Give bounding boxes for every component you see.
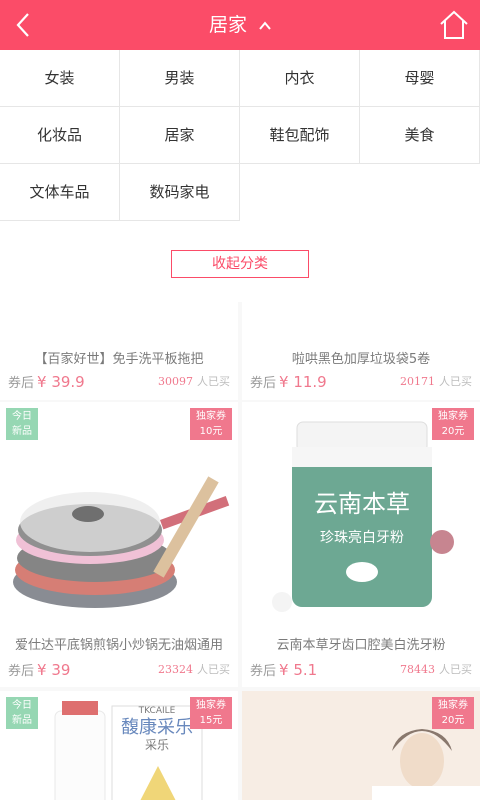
overlay-mask[interactable] xyxy=(0,302,480,800)
category-item-underwear[interactable]: 内衣 xyxy=(240,50,360,107)
category-title-toggle[interactable]: 居家 xyxy=(0,0,480,50)
category-item-womens[interactable]: 女装 xyxy=(0,50,120,107)
category-item-digital-appliances[interactable]: 数码家电 xyxy=(120,164,240,221)
page-title: 居家 xyxy=(208,14,247,36)
home-icon[interactable] xyxy=(438,9,470,41)
category-item-mens[interactable]: 男装 xyxy=(120,50,240,107)
category-item-cosmetics[interactable]: 化妆品 xyxy=(0,107,120,164)
category-item-home[interactable]: 居家 xyxy=(120,107,240,164)
category-panel: 女装 男装 内衣 母婴 化妆品 居家 鞋包配饰 美食 文体车品 数码家电 收起分… xyxy=(0,50,480,302)
collapse-categories-button[interactable]: 收起分类 xyxy=(171,250,309,278)
category-item-baby[interactable]: 母婴 xyxy=(360,50,480,107)
chevron-up-icon xyxy=(259,20,271,30)
category-item-stationery-auto[interactable]: 文体车品 xyxy=(0,164,120,221)
category-item-shoes-bags[interactable]: 鞋包配饰 xyxy=(240,107,360,164)
top-bar: 居家 xyxy=(0,0,480,50)
category-item-food[interactable]: 美食 xyxy=(360,107,480,164)
